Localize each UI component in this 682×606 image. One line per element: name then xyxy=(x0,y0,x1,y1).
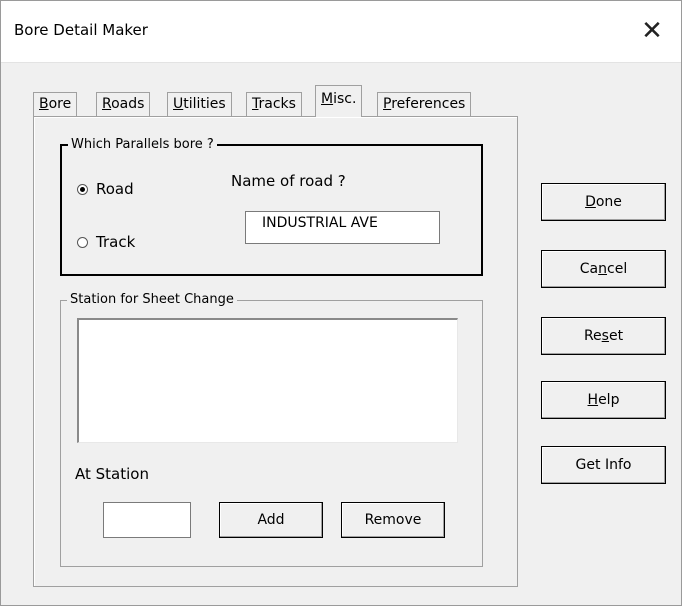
at-station-label: At Station xyxy=(75,465,149,483)
done-button[interactable]: Done xyxy=(541,183,666,221)
tab-misc[interactable]: Misc. xyxy=(315,85,363,117)
at-station-input[interactable] xyxy=(103,502,191,538)
parallels-group: Which Parallels bore ? Road Track Name o… xyxy=(60,137,483,276)
reset-button[interactable]: Re s et xyxy=(541,317,666,355)
remove-button[interactable]: Remove xyxy=(341,502,445,538)
road-radio[interactable]: Road xyxy=(77,180,134,198)
road-name-input[interactable]: INDUSTRIAL AVE xyxy=(245,211,440,244)
help-button[interactable]: Help xyxy=(541,381,666,419)
tab-preferences[interactable]: Preferences xyxy=(377,92,472,116)
parallels-group-legend: Which Parallels bore ? xyxy=(68,137,217,153)
track-radio[interactable]: Track xyxy=(77,233,135,251)
tab-utilities[interactable]: Utilities xyxy=(167,92,232,116)
get-info-button[interactable]: Get Info xyxy=(541,446,666,484)
close-icon[interactable]: ✕ xyxy=(622,0,682,62)
misc-tab-panel: Which Parallels bore ? Road Track Name o… xyxy=(33,116,518,587)
window-title: Bore Detail Maker xyxy=(14,21,148,39)
station-listbox[interactable] xyxy=(77,318,458,443)
cancel-button[interactable]: Ca n cel xyxy=(541,250,666,288)
radio-selected-icon xyxy=(77,183,88,195)
title-bar: Bore Detail Maker ✕ xyxy=(0,0,682,63)
radio-unselected-icon xyxy=(77,236,88,248)
tab-tracks[interactable]: Tracks xyxy=(246,92,302,116)
tab-bore[interactable]: Bore xyxy=(33,92,78,116)
station-group: Station for Sheet Change At Station Add … xyxy=(60,292,483,567)
add-button[interactable]: Add xyxy=(219,502,323,538)
road-name-label: Name of road ? xyxy=(231,172,346,190)
tab-roads[interactable]: Roads xyxy=(96,92,151,116)
station-group-legend: Station for Sheet Change xyxy=(67,292,237,308)
